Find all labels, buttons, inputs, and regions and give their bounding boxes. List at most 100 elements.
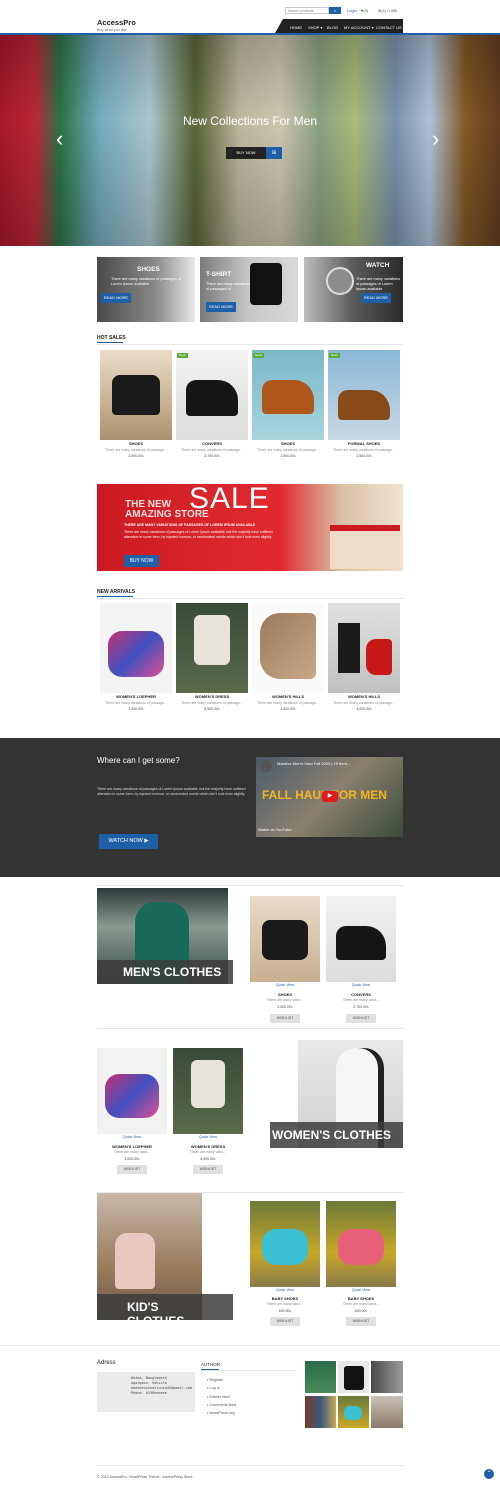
product-desc: There are many variations of passage... [105,448,167,452]
wishlist-button[interactable]: WISHLIST [270,1317,300,1326]
category-tile-tshirt[interactable]: T-SHIRT There are many variations of pas… [200,257,298,322]
gallery-image[interactable] [338,1361,369,1393]
quick-view-link[interactable]: Quick View [97,1135,167,1139]
product-image[interactable] [100,603,172,693]
quick-view-link[interactable]: Quick View [326,1288,396,1292]
product-desc: There are many variations of passage... [333,701,395,705]
product-desc: There are many variations of passage... [181,701,243,705]
gallery-image[interactable] [371,1361,403,1393]
gallery-image[interactable] [338,1396,369,1428]
product-name[interactable]: WOMEN'S HILLS [328,694,400,699]
footer-link-entries[interactable]: • Entries feed [207,1395,230,1399]
product-name[interactable]: BABY SHOES [250,1296,320,1301]
product-name[interactable]: SHOES [252,441,324,446]
scroll-to-top-icon[interactable]: ⌃ [484,1469,494,1479]
category-title: T-SHIRT [206,271,232,278]
mens-clothes-banner[interactable]: MEN'S CLOTHES [97,888,233,984]
video-section-text: There are many variations of passages of… [97,787,246,796]
slider-prev-arrow-icon[interactable]: ‹ [56,126,63,152]
video-title[interactable]: Massive Men's Haul Fall 2023 | 15 Item..… [277,761,350,766]
product-image[interactable] [252,350,324,440]
product-price: 2,700.00৳ [353,1005,369,1009]
product-desc: There are many varia... [113,1150,151,1154]
product-name[interactable]: CONVERS [326,992,396,997]
menu-blog[interactable]: BLOG [327,25,338,30]
quick-view-link[interactable]: Quick View [326,983,396,987]
footer-link-login[interactable]: • Log in [207,1386,220,1390]
footer-link-register[interactable]: • Register [207,1378,224,1382]
product-image[interactable] [326,1201,396,1287]
product-image[interactable] [326,896,396,982]
cart-count[interactable]: ♥(0) [361,8,368,13]
menu-home[interactable]: HOME [290,25,302,30]
site-logo[interactable]: AccessPro [97,18,136,27]
quick-view-link[interactable]: Quick View [173,1135,243,1139]
product-image[interactable] [100,350,172,440]
copyright: © 2023 AccessPro / WordPress Theme : Acc… [97,1475,193,1479]
product-name[interactable]: WOMEN'S HILLS [252,694,324,699]
category-tile-watch[interactable]: WATCH There are many variations of passa… [304,257,403,322]
category-title: WATCH [366,262,390,269]
wishlist-button[interactable]: WISHLIST [193,1165,223,1174]
product-name[interactable]: BABY SHOES [326,1296,396,1301]
product-image[interactable] [250,1201,320,1287]
hero-buy-now-button[interactable]: BUY NOW [226,147,266,159]
footer-author-title: AUTHOR [201,1362,220,1367]
gallery-image[interactable] [305,1396,336,1428]
menu-contact[interactable]: CONTACT US [376,25,402,30]
youtube-play-icon[interactable]: ▶ [322,791,338,802]
product-image[interactable] [328,350,400,440]
category-tile-shoes[interactable]: SHOES There are many variations of passa… [97,257,195,322]
video-section-title: Where can I get some? [97,756,180,765]
product-name[interactable]: WOMEN'S DRESS [173,1144,243,1149]
product-name[interactable]: CONVERS [176,441,248,446]
product-image[interactable] [176,350,248,440]
hero-title: New Collections For Men [182,114,318,128]
product-image[interactable] [252,603,324,693]
cart-total[interactable]: ⊞(1) 0.00৳ [378,8,397,15]
footer-link-comments[interactable]: • Comments feed [207,1403,236,1407]
wishlist-button[interactable]: WISHLIST [346,1014,376,1023]
product-name[interactable]: WOMEN'S LOEPHER [97,1144,167,1149]
product-price: 500.00৳ [278,1309,292,1313]
womens-clothes-banner[interactable]: WOMEN'S CLOTHES [270,1040,403,1148]
watch-on-youtube[interactable]: Watch on YouTube [258,827,292,832]
gallery-image[interactable] [371,1396,403,1428]
product-name[interactable]: FORMAL SHOES [328,441,400,446]
quick-view-link[interactable]: Quick View [250,983,320,987]
login-link[interactable]: Login [347,8,357,13]
hero-cart-icon[interactable]: ⊞ [266,147,282,159]
product-price: 4,500.00৳ [280,707,296,711]
product-image[interactable] [328,603,400,693]
product-desc: There are many variations of passage... [181,448,243,452]
wishlist-button[interactable]: WISHLIST [346,1317,376,1326]
gift-box-image [330,525,400,569]
product-name[interactable]: SHOES [250,992,320,997]
menu-shop[interactable]: SHOP ▾ [308,25,322,30]
read-more-button[interactable]: READ MORE [101,293,131,303]
footer-link-wordpress[interactable]: • WordPress.org [207,1411,235,1415]
product-image[interactable] [250,896,320,982]
search-button[interactable]: ⌕ [329,7,341,14]
quick-view-link[interactable]: Quick View [250,1288,320,1292]
sale-buy-now-button[interactable]: BUY NOW [124,555,159,567]
product-name[interactable]: WOMEN'S LOEPHER [100,694,172,699]
product-image[interactable] [173,1048,243,1134]
read-more-button[interactable]: READ MORE [361,293,391,303]
video-camera-icon: ▶ [144,838,149,844]
new-badge: New! [329,353,340,358]
search-input[interactable]: Search products [285,7,329,14]
kids-clothes-banner[interactable]: KID'S CLOTHES [97,1193,233,1328]
product-name[interactable]: SHOES [100,441,172,446]
slider-next-arrow-icon[interactable]: › [432,126,439,152]
product-image[interactable] [97,1048,167,1134]
product-image[interactable] [176,603,248,693]
gallery-image[interactable] [305,1361,336,1393]
watch-now-button[interactable]: WATCH NOW ▶ [99,834,158,849]
menu-my-account[interactable]: MY ACCOUNT ▾ [344,25,374,30]
wishlist-button[interactable]: WISHLIST [117,1165,147,1174]
read-more-button[interactable]: READ MORE [206,302,236,312]
product-name[interactable]: WOMEN'S DRESS [176,694,248,699]
wishlist-button[interactable]: WISHLIST [270,1014,300,1023]
watch-image [326,267,354,295]
